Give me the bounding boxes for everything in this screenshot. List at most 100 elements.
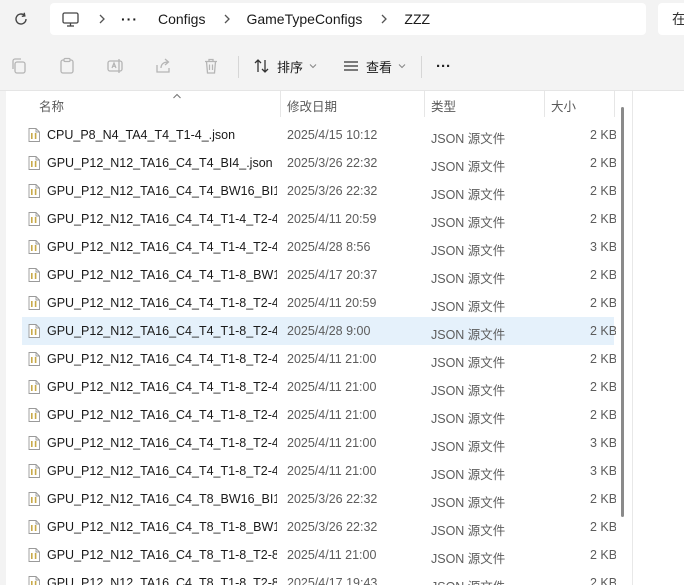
toolbar-divider (421, 56, 422, 78)
view-button[interactable]: 查看 (342, 54, 407, 78)
file-row[interactable]: GPU_P12_N12_TA16_C4_T4_T1-8_T2-4... 2025/… (22, 429, 616, 457)
file-list: CPU_P8_N4_TA4_T4_T1-4_.json 2025/4/15 10:… (22, 121, 616, 585)
breadcrumb-zzz[interactable]: ZZZ (404, 11, 430, 27)
column-divider[interactable] (280, 91, 281, 117)
file-name: GPU_P12_N12_TA16_C4_T8_T1-8_T2-8... (47, 576, 277, 585)
paste-button[interactable] (58, 54, 76, 78)
file-row[interactable]: GPU_P12_N12_TA16_C4_T4_T1-8_T2-4... 2025/… (22, 317, 616, 345)
file-row[interactable]: GPU_P12_N12_TA16_C4_T8_BW16_BI1... 2025/3… (22, 485, 616, 513)
file-name: GPU_P12_N12_TA16_C4_T4_T1-8_T2-4... (47, 408, 277, 422)
file-row[interactable]: GPU_P12_N12_TA16_C4_T8_T1-8_T2-8... 2025/… (22, 569, 616, 585)
file-row[interactable]: GPU_P12_N12_TA16_C4_T4_BI4_.json 2025/3/2… (22, 149, 616, 177)
file-date: 2025/4/11 21:00 (287, 548, 377, 562)
file-name: GPU_P12_N12_TA16_C4_T4_T1-8_T2-4... (47, 436, 277, 450)
search-placeholder: 在 (672, 11, 684, 27)
file-date: 2025/3/26 22:32 (287, 184, 378, 198)
file-row[interactable]: GPU_P12_N12_TA16_C4_T4_T1-8_T2-4... 2025/… (22, 373, 616, 401)
file-type: JSON 源文件 (431, 440, 506, 454)
json-file-icon (28, 184, 40, 198)
file-type: JSON 源文件 (431, 188, 506, 202)
file-type: JSON 源文件 (431, 496, 506, 510)
breadcrumb-gametypeconfigs[interactable]: GameTypeConfigs (246, 11, 362, 27)
file-date: 2025/4/11 21:00 (287, 352, 377, 366)
file-row[interactable]: GPU_P12_N12_TA16_C4_T4_BW16_BI1... 2025/3… (22, 177, 616, 205)
breadcrumb-configs[interactable]: Configs (158, 11, 205, 27)
json-file-icon (28, 520, 40, 534)
address-box[interactable]: ··· Configs GameTypeConfigs ZZZ (50, 3, 646, 35)
delete-button[interactable] (202, 54, 220, 78)
file-type: JSON 源文件 (431, 244, 506, 258)
vertical-scrollbar[interactable] (621, 107, 624, 517)
file-name: GPU_P12_N12_TA16_C4_T8_BW16_BI1... (47, 492, 277, 506)
json-file-icon (28, 408, 40, 422)
rename-icon (107, 59, 123, 73)
column-header-type[interactable]: 类型 (431, 96, 456, 115)
column-header-size[interactable]: 大小 (551, 96, 576, 115)
file-type: JSON 源文件 (431, 160, 506, 174)
file-date: 2025/4/11 20:59 (287, 212, 377, 226)
share-button[interactable] (154, 54, 172, 78)
chevron-down-icon (309, 64, 317, 69)
sort-label: 排序 (277, 59, 304, 75)
file-name: GPU_P12_N12_TA16_C4_T4_BW16_BI1... (47, 184, 277, 198)
file-row[interactable]: GPU_P12_N12_TA16_C4_T4_T1-4_T2-4... 2025/… (22, 205, 616, 233)
file-size: 2 KB (590, 324, 616, 338)
file-name: GPU_P12_N12_TA16_C4_T4_T1-8_T2-4... (47, 324, 277, 338)
file-date: 2025/4/17 20:37 (287, 268, 378, 282)
copy-icon (12, 58, 26, 74)
file-row[interactable]: CPU_P8_N4_TA4_T4_T1-4_.json 2025/4/15 10:… (22, 121, 616, 149)
file-name: GPU_P12_N12_TA16_C4_T4_BI4_.json (47, 156, 273, 170)
file-date: 2025/3/26 22:32 (287, 520, 378, 534)
file-size: 3 KB (590, 436, 616, 450)
file-row[interactable]: GPU_P12_N12_TA16_C4_T4_T1-8_T2-4... 2025/… (22, 345, 616, 373)
file-size: 2 KB (590, 408, 616, 422)
file-size: 2 KB (590, 212, 616, 226)
file-row[interactable]: GPU_P12_N12_TA16_C4_T4_T1-4_T2-4... 2025/… (22, 233, 616, 261)
file-size: 2 KB (590, 352, 616, 366)
file-row[interactable]: GPU_P12_N12_TA16_C4_T8_T1-8_BW1... 2025/3… (22, 513, 616, 541)
column-header-date[interactable]: 修改日期 (287, 96, 337, 115)
file-row[interactable]: GPU_P12_N12_TA16_C4_T4_T1-8_T2-4... 2025/… (22, 289, 616, 317)
json-file-icon (28, 352, 40, 366)
column-divider[interactable] (614, 91, 615, 117)
file-type: JSON 源文件 (431, 576, 541, 585)
file-row[interactable]: GPU_P12_N12_TA16_C4_T8_T1-8_T2-8... 2025/… (22, 541, 616, 569)
sort-ascending-icon (172, 89, 182, 103)
column-divider[interactable] (544, 91, 545, 117)
file-name: GPU_P12_N12_TA16_C4_T4_T1-8_T2-4... (47, 464, 277, 478)
refresh-button[interactable] (6, 6, 36, 32)
chevron-right-icon[interactable] (380, 13, 388, 25)
file-type: JSON 源文件 (431, 412, 506, 426)
breadcrumb-overflow[interactable]: ··· (121, 11, 138, 27)
json-file-icon (28, 492, 40, 506)
column-divider[interactable] (424, 91, 425, 117)
file-row[interactable]: GPU_P12_N12_TA16_C4_T4_T1-8_T2-4... 2025/… (22, 457, 616, 485)
file-type: JSON 源文件 (431, 384, 506, 398)
rename-button[interactable] (106, 54, 124, 78)
search-input[interactable]: 在 (658, 3, 684, 35)
file-type: JSON 源文件 (431, 216, 506, 230)
file-name: GPU_P12_N12_TA16_C4_T4_T1-8_T2-4... (47, 380, 277, 394)
file-name: GPU_P12_N12_TA16_C4_T4_T1-8_T2-4... (47, 296, 277, 310)
column-header-name[interactable]: 名称 (39, 96, 64, 115)
copy-button[interactable] (10, 54, 28, 78)
command-toolbar: 排序 查看 ··· (0, 42, 684, 91)
file-date: 2025/3/26 22:32 (287, 156, 378, 170)
json-file-icon (28, 296, 40, 310)
chevron-right-icon[interactable] (223, 13, 231, 25)
file-date: 2025/4/11 20:59 (287, 296, 377, 310)
trash-icon (205, 58, 217, 74)
file-row[interactable]: GPU_P12_N12_TA16_C4_T4_T1-8_BW1... 2025/4… (22, 261, 616, 289)
chevron-down-icon (398, 64, 406, 69)
sort-button[interactable]: 排序 (253, 54, 318, 78)
json-file-icon (28, 380, 40, 394)
chevron-right-icon[interactable] (98, 13, 106, 25)
more-options-button[interactable]: ··· (436, 54, 451, 78)
file-size: 2 KB (590, 576, 616, 585)
file-date: 2025/4/15 10:12 (287, 128, 378, 142)
file-row[interactable]: GPU_P12_N12_TA16_C4_T4_T1-8_T2-4... 2025/… (22, 401, 616, 429)
file-date: 2025/4/11 21:00 (287, 436, 377, 450)
file-date: 2025/4/11 21:00 (287, 408, 377, 422)
file-size: 2 KB (590, 520, 616, 534)
computer-icon[interactable] (62, 11, 79, 27)
